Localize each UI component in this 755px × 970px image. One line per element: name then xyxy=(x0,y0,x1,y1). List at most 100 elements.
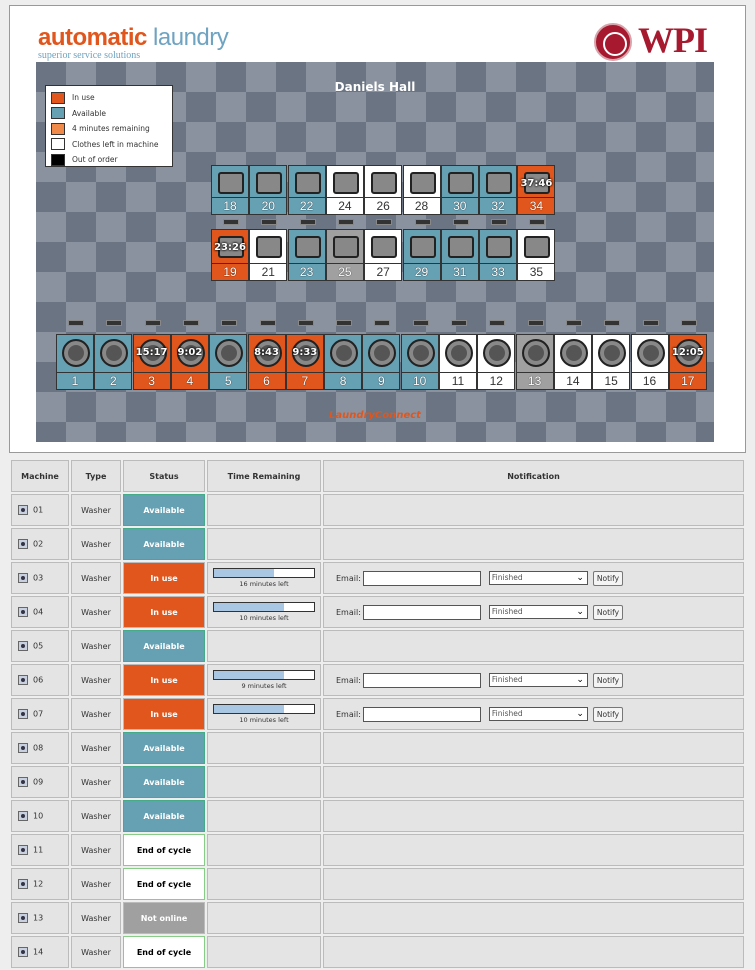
machine-cell: 01 xyxy=(11,494,69,526)
type-cell: Washer xyxy=(71,562,121,594)
dryer-door-icon xyxy=(294,172,321,194)
type-cell: Washer xyxy=(71,868,121,900)
machine-timer: 8:43 xyxy=(254,347,279,358)
machine-number: 18 xyxy=(212,197,248,214)
washer-7[interactable]: 9:33 7 xyxy=(285,334,324,390)
progress-bar xyxy=(213,670,315,680)
machine-id: 13 xyxy=(33,913,44,923)
notify-when-select[interactable]: Finished ⌄ xyxy=(488,707,588,721)
dryer-28[interactable]: 28 xyxy=(402,165,441,215)
washer-11[interactable]: 11 xyxy=(439,334,477,390)
table-row: 09 Washer Available xyxy=(11,766,744,798)
machine-id: 12 xyxy=(33,879,44,889)
machine-cell: 05 xyxy=(11,630,69,662)
machine-tag-icon xyxy=(374,320,391,326)
dryer-door-icon xyxy=(447,172,474,194)
machine-number: 10 xyxy=(401,372,438,389)
status-badge: Available xyxy=(123,766,205,798)
washer-15[interactable]: 15 xyxy=(592,334,631,390)
washer-4[interactable]: 9:02 4 xyxy=(170,334,209,390)
dryer-21[interactable]: 21 xyxy=(249,229,288,281)
dryer-26[interactable]: 26 xyxy=(364,165,403,215)
notify-button[interactable]: Notify xyxy=(592,706,624,722)
washer-10[interactable]: 10 xyxy=(400,334,439,390)
wpi-logo: WPI xyxy=(638,20,708,60)
legend-swatch xyxy=(51,122,65,135)
machine-icon xyxy=(18,947,28,957)
legend-swatch xyxy=(51,91,65,104)
dryer-24[interactable]: 24 xyxy=(325,165,364,215)
washer-2[interactable]: 2 xyxy=(94,334,133,390)
machine-icon xyxy=(18,913,28,923)
washer-8[interactable]: 8 xyxy=(324,334,363,390)
machine-tag-icon xyxy=(261,219,278,225)
washer-12[interactable]: 12 xyxy=(477,334,516,390)
email-field[interactable] xyxy=(362,570,481,586)
machine-tag-icon xyxy=(491,219,508,225)
dryer-19[interactable]: 23:26 19 xyxy=(211,229,249,281)
washer-1[interactable]: 1 xyxy=(56,334,94,390)
dryer-18[interactable]: 18 xyxy=(211,165,249,215)
dryer-30[interactable]: 30 xyxy=(440,165,479,215)
dryer-door-icon xyxy=(218,172,244,194)
washer-17[interactable]: 12:05 17 xyxy=(668,334,707,390)
washer-9[interactable]: 9 xyxy=(362,334,401,390)
washer-13[interactable]: 13 xyxy=(515,334,554,390)
washer-5[interactable]: 5 xyxy=(209,334,248,390)
notification-cell xyxy=(323,902,744,934)
table-row: 11 Washer End of cycle xyxy=(11,834,744,866)
machine-tag-icon xyxy=(144,320,161,326)
table-row: 13 Washer Not online xyxy=(11,902,744,934)
machine-cell: 04 xyxy=(11,596,69,628)
machine-number: 17 xyxy=(669,372,706,389)
dryer-31[interactable]: 31 xyxy=(440,229,479,281)
dryer-door-icon xyxy=(371,172,398,194)
notify-when-select[interactable]: Finished ⌄ xyxy=(488,571,588,585)
dryer-20[interactable]: 20 xyxy=(249,165,288,215)
email-field[interactable] xyxy=(362,706,481,722)
washer-door-icon xyxy=(100,339,129,367)
notify-when-select[interactable]: Finished ⌄ xyxy=(488,605,588,619)
notify-button[interactable]: Notify xyxy=(592,604,624,620)
type-cell: Washer xyxy=(71,732,121,764)
dryer-27[interactable]: 27 xyxy=(364,229,403,281)
machine-number: 13 xyxy=(516,372,553,389)
dryer-35[interactable]: 35 xyxy=(517,229,556,281)
washer-14[interactable]: 14 xyxy=(553,334,592,390)
type-cell: Washer xyxy=(71,596,121,628)
status-badge: Available xyxy=(123,528,205,560)
email-field[interactable] xyxy=(362,672,481,688)
table-row: 07 Washer In use 10 minutes left Email: Finis… xyxy=(11,698,744,730)
legend-swatch xyxy=(51,153,65,166)
wpi-seal-icon xyxy=(594,23,632,61)
machine-cell: 08 xyxy=(11,732,69,764)
dryer-22[interactable]: 22 xyxy=(287,165,326,215)
machine-table: Machine Type Status Time Remaining Notif… xyxy=(9,458,746,970)
washer-door-icon xyxy=(406,339,435,367)
email-field[interactable] xyxy=(362,604,481,620)
washer-16[interactable]: 16 xyxy=(630,334,669,390)
washer-6[interactable]: 8:43 6 xyxy=(247,334,286,390)
machine-id: 06 xyxy=(33,675,44,685)
washer-3[interactable]: 15:17 3 xyxy=(132,334,171,390)
time-cell: 9 minutes left xyxy=(207,664,321,696)
notify-when-select[interactable]: Finished ⌄ xyxy=(488,673,588,687)
legend-item: Out of order xyxy=(51,152,167,168)
machine-id: 10 xyxy=(33,811,44,821)
washer-door-icon xyxy=(636,339,665,367)
notify-button[interactable]: Notify xyxy=(592,672,624,688)
chevron-down-icon: ⌄ xyxy=(576,607,584,617)
notify-button[interactable]: Notify xyxy=(592,570,624,586)
dryer-23[interactable]: 23 xyxy=(287,229,326,281)
dryer-34[interactable]: 37:46 34 xyxy=(517,165,556,215)
status-badge: In use xyxy=(123,596,205,628)
legend: In use Available 4 minutes remaining Clothe… xyxy=(45,85,173,167)
dryer-33[interactable]: 33 xyxy=(479,229,518,281)
email-label: Email: xyxy=(336,709,361,719)
dryer-32[interactable]: 32 xyxy=(479,165,518,215)
automatic-laundry-logo: automatic laundry xyxy=(38,24,229,51)
machine-tag-icon xyxy=(299,219,316,225)
dryer-door-icon xyxy=(447,236,474,258)
dryer-25[interactable]: 25 xyxy=(325,229,364,281)
dryer-29[interactable]: 29 xyxy=(402,229,441,281)
